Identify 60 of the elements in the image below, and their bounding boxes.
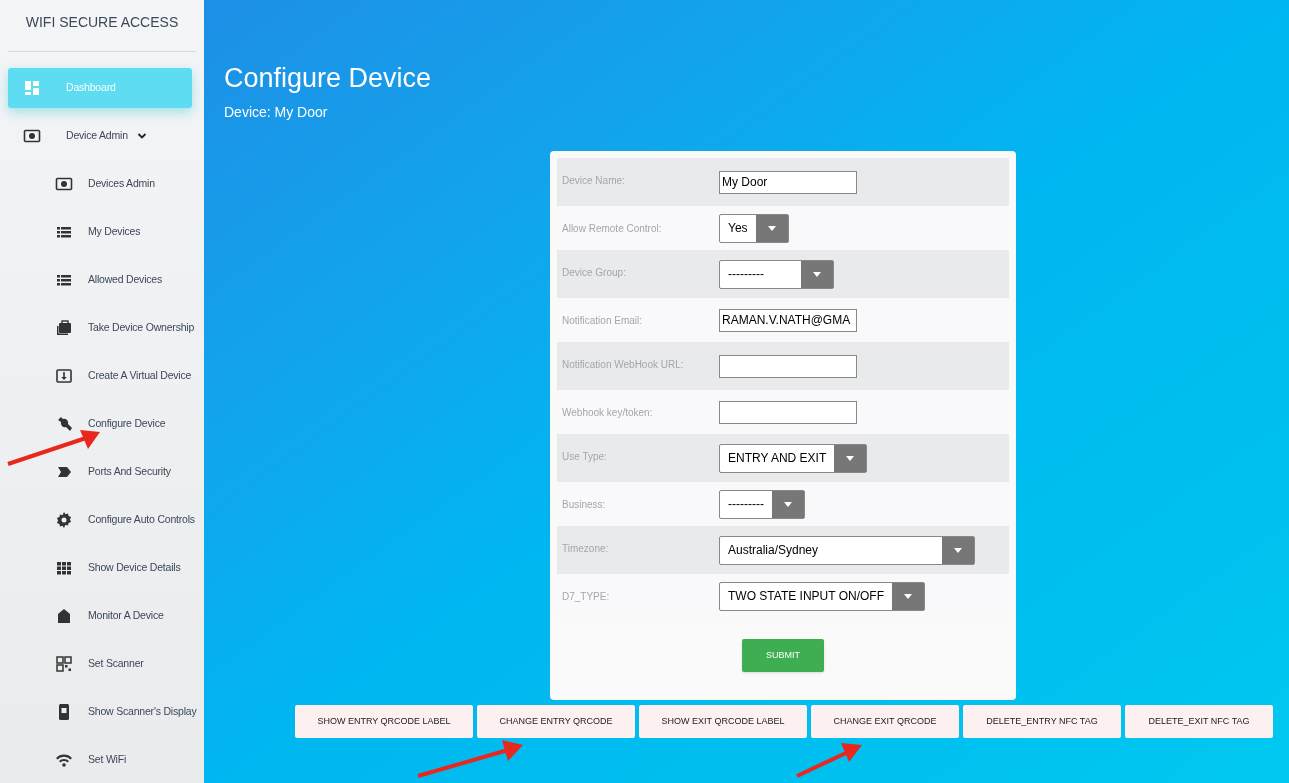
page-subtitle: Device: My Door [224, 103, 329, 122]
field-label: Use Type: [561, 450, 608, 464]
action-button[interactable]: DELETE_EXIT NFC TAG [1125, 705, 1273, 738]
sidebar-item[interactable]: Set Scanner [8, 644, 204, 684]
settings-icon [55, 511, 73, 529]
action-button[interactable]: SHOW EXIT QRCODE LABEL [639, 705, 807, 738]
sidebar-item[interactable]: Show Scanner's Display [8, 692, 204, 732]
caret-icon [904, 593, 912, 599]
sidebar-item[interactable]: Ports And Security [8, 452, 204, 492]
dropdown[interactable]: TWO STATE INPUT ON/OFF [719, 581, 925, 611]
dropdown[interactable]: --------- [719, 259, 834, 289]
caret-icon [954, 547, 962, 553]
brand-title: WIFI SECURE ACCESS [8, 0, 196, 52]
dropdown[interactable]: ENTRY AND EXIT [719, 443, 868, 473]
download-icon [55, 367, 73, 385]
dashboard-icon [23, 79, 41, 97]
field-label: Allow Remote Control: [561, 222, 663, 236]
sidebar-item[interactable]: Take Device Ownership [8, 308, 204, 348]
field-label: Device Name: [561, 174, 626, 188]
field-label: D7_TYPE: [561, 590, 611, 604]
screen-icon [55, 175, 73, 193]
action-button[interactable]: CHANGE ENTRY QRCODE [477, 705, 635, 738]
qr-code-icon [55, 655, 73, 673]
grid-icon [55, 559, 73, 577]
field-label: Timezone: [561, 542, 610, 556]
sidebar-item[interactable]: Create A Virtual Device [8, 356, 204, 396]
sidebar-item[interactable]: Allowed Devices [8, 260, 204, 300]
dropdown[interactable]: Yes [719, 213, 789, 243]
house-icon [55, 607, 73, 625]
dropdown[interactable]: --------- [719, 489, 805, 519]
caret-icon [846, 455, 855, 461]
action-button[interactable]: SHOW ENTRY QRCODE LABEL [295, 705, 473, 738]
text-field[interactable] [719, 354, 857, 378]
action-button[interactable]: DELETE_ENTRY NFC TAG [963, 705, 1121, 738]
field-label: Device Group: [561, 266, 627, 280]
sidebar-item[interactable]: Configure Device [8, 404, 204, 444]
caret-icon [767, 225, 776, 231]
action-button[interactable]: CHANGE EXIT QRCODE [811, 705, 959, 738]
dropdown[interactable]: Australia/Sydney [719, 535, 975, 565]
caret-icon [813, 271, 821, 277]
sidebar-item[interactable]: Device Admin [8, 116, 192, 156]
sidebar-item[interactable]: Configure Auto Controls [8, 500, 204, 540]
page-title: Configure Device [224, 62, 433, 94]
sidebar-item[interactable]: Monitor A Device [8, 596, 204, 636]
caret-icon [136, 132, 147, 140]
field-label: Business: [561, 498, 607, 512]
field-label: Notification WebHook URL: [561, 358, 685, 372]
field-label: Webhook key/token: [561, 406, 654, 420]
annotation-arrow [796, 743, 862, 778]
text-field[interactable]: My Door [719, 170, 857, 194]
sidebar-item[interactable]: Set WiFi [8, 740, 204, 780]
briefcase-icon [55, 319, 73, 337]
screen-icon [23, 127, 41, 145]
sidebar-item[interactable]: Devices Admin [8, 164, 204, 204]
text-field[interactable] [719, 400, 857, 424]
sidebar-item[interactable]: My Devices [8, 212, 204, 252]
caret-icon [783, 501, 792, 507]
field-label: Notification Email: [561, 314, 644, 328]
sidebar-item[interactable]: Show Device Details [8, 548, 204, 588]
text-field[interactable]: RAMAN.V.NATH@GMA [719, 308, 857, 332]
